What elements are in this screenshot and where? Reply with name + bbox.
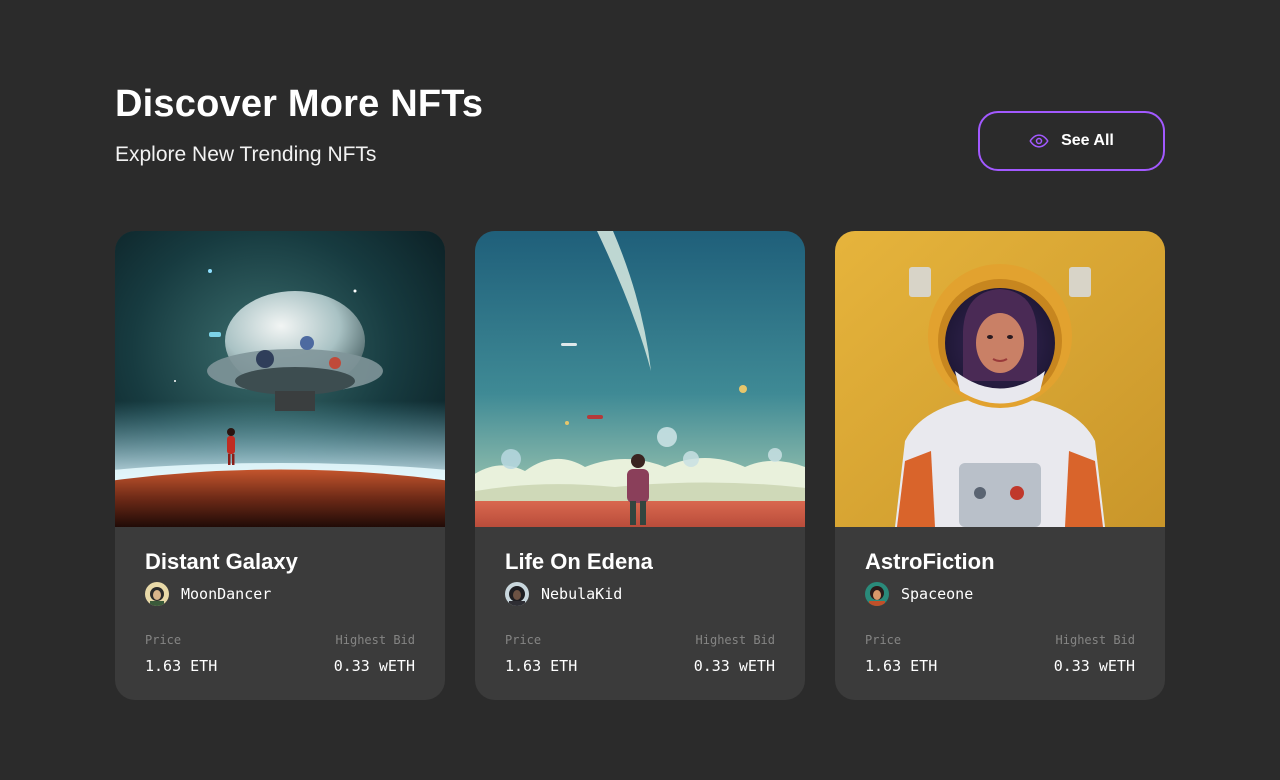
nft-card-list: Distant Galaxy MoonDancer Price 1.63 ETH: [115, 231, 1165, 700]
card-info: AstroFiction Spaceone Price 1.63 ETH Hig…: [835, 527, 1165, 676]
price-label: Price: [865, 633, 902, 647]
card-stats: Price 1.63 ETH Highest Bid 0.33 wETH: [505, 632, 775, 676]
price-label: Price: [145, 633, 182, 647]
card-info: Life On Edena NebulaKid Price 1.63 ETH H…: [475, 527, 805, 676]
bid-stat: Highest Bid 0.33 wETH: [334, 632, 415, 676]
bid-value: 0.33 wETH: [1053, 657, 1135, 675]
price-stat: Price 1.63 ETH: [145, 632, 217, 676]
bid-label: Highest Bid: [1055, 633, 1135, 647]
page: Discover More NFTs Explore New Trending …: [0, 0, 1280, 780]
nft-image-distant-galaxy: [115, 231, 445, 527]
artist-avatar: [865, 582, 889, 606]
nft-title: Distant Galaxy: [145, 549, 298, 574]
card-stats: Price 1.63 ETH Highest Bid 0.33 wETH: [145, 632, 415, 676]
price-stat: Price 1.63 ETH: [505, 632, 577, 676]
price-label: Price: [505, 633, 542, 647]
section-title: Discover More NFTs: [115, 83, 484, 125]
bid-value: 0.33 wETH: [693, 657, 775, 675]
artist-name: MoonDancer: [181, 585, 272, 603]
artist-name: NebulaKid: [541, 585, 623, 603]
see-all-button[interactable]: See All: [978, 111, 1165, 171]
artist-row[interactable]: MoonDancer: [145, 582, 415, 606]
nft-card[interactable]: Life On Edena NebulaKid Price 1.63 ETH H…: [475, 231, 805, 700]
card-info: Distant Galaxy MoonDancer Price 1.63 ETH: [115, 527, 445, 676]
see-all-label: See All: [1061, 132, 1114, 149]
card-stats: Price 1.63 ETH Highest Bid 0.33 wETH: [865, 632, 1135, 676]
eye-icon: [1029, 131, 1049, 151]
nft-image-astrofiction: [835, 231, 1165, 527]
nft-card[interactable]: AstroFiction Spaceone Price 1.63 ETH Hig…: [835, 231, 1165, 700]
artist-name: Spaceone: [901, 585, 974, 603]
price-value: 1.63 ETH: [865, 657, 938, 675]
nft-card[interactable]: Distant Galaxy MoonDancer Price 1.63 ETH: [115, 231, 445, 700]
bid-stat: Highest Bid 0.33 wETH: [1054, 632, 1135, 676]
section-subtitle: Explore New Trending NFTs: [115, 143, 377, 166]
price-value: 1.63 ETH: [145, 657, 218, 675]
artist-row[interactable]: NebulaKid: [505, 582, 775, 606]
price-value: 1.63 ETH: [505, 657, 578, 675]
artist-avatar: [145, 582, 169, 606]
artist-row[interactable]: Spaceone: [865, 582, 1135, 606]
price-stat: Price 1.63 ETH: [865, 632, 937, 676]
bid-label: Highest Bid: [695, 633, 775, 647]
bid-stat: Highest Bid 0.33 wETH: [694, 632, 775, 676]
artist-avatar: [505, 582, 529, 606]
nft-title: Life On Edena: [505, 549, 653, 574]
bid-label: Highest Bid: [335, 633, 415, 647]
nft-image-life-on-edena: [475, 231, 805, 527]
nft-title: AstroFiction: [865, 549, 995, 574]
bid-value: 0.33 wETH: [333, 657, 415, 675]
section-header: Discover More NFTs Explore New Trending …: [115, 82, 483, 168]
